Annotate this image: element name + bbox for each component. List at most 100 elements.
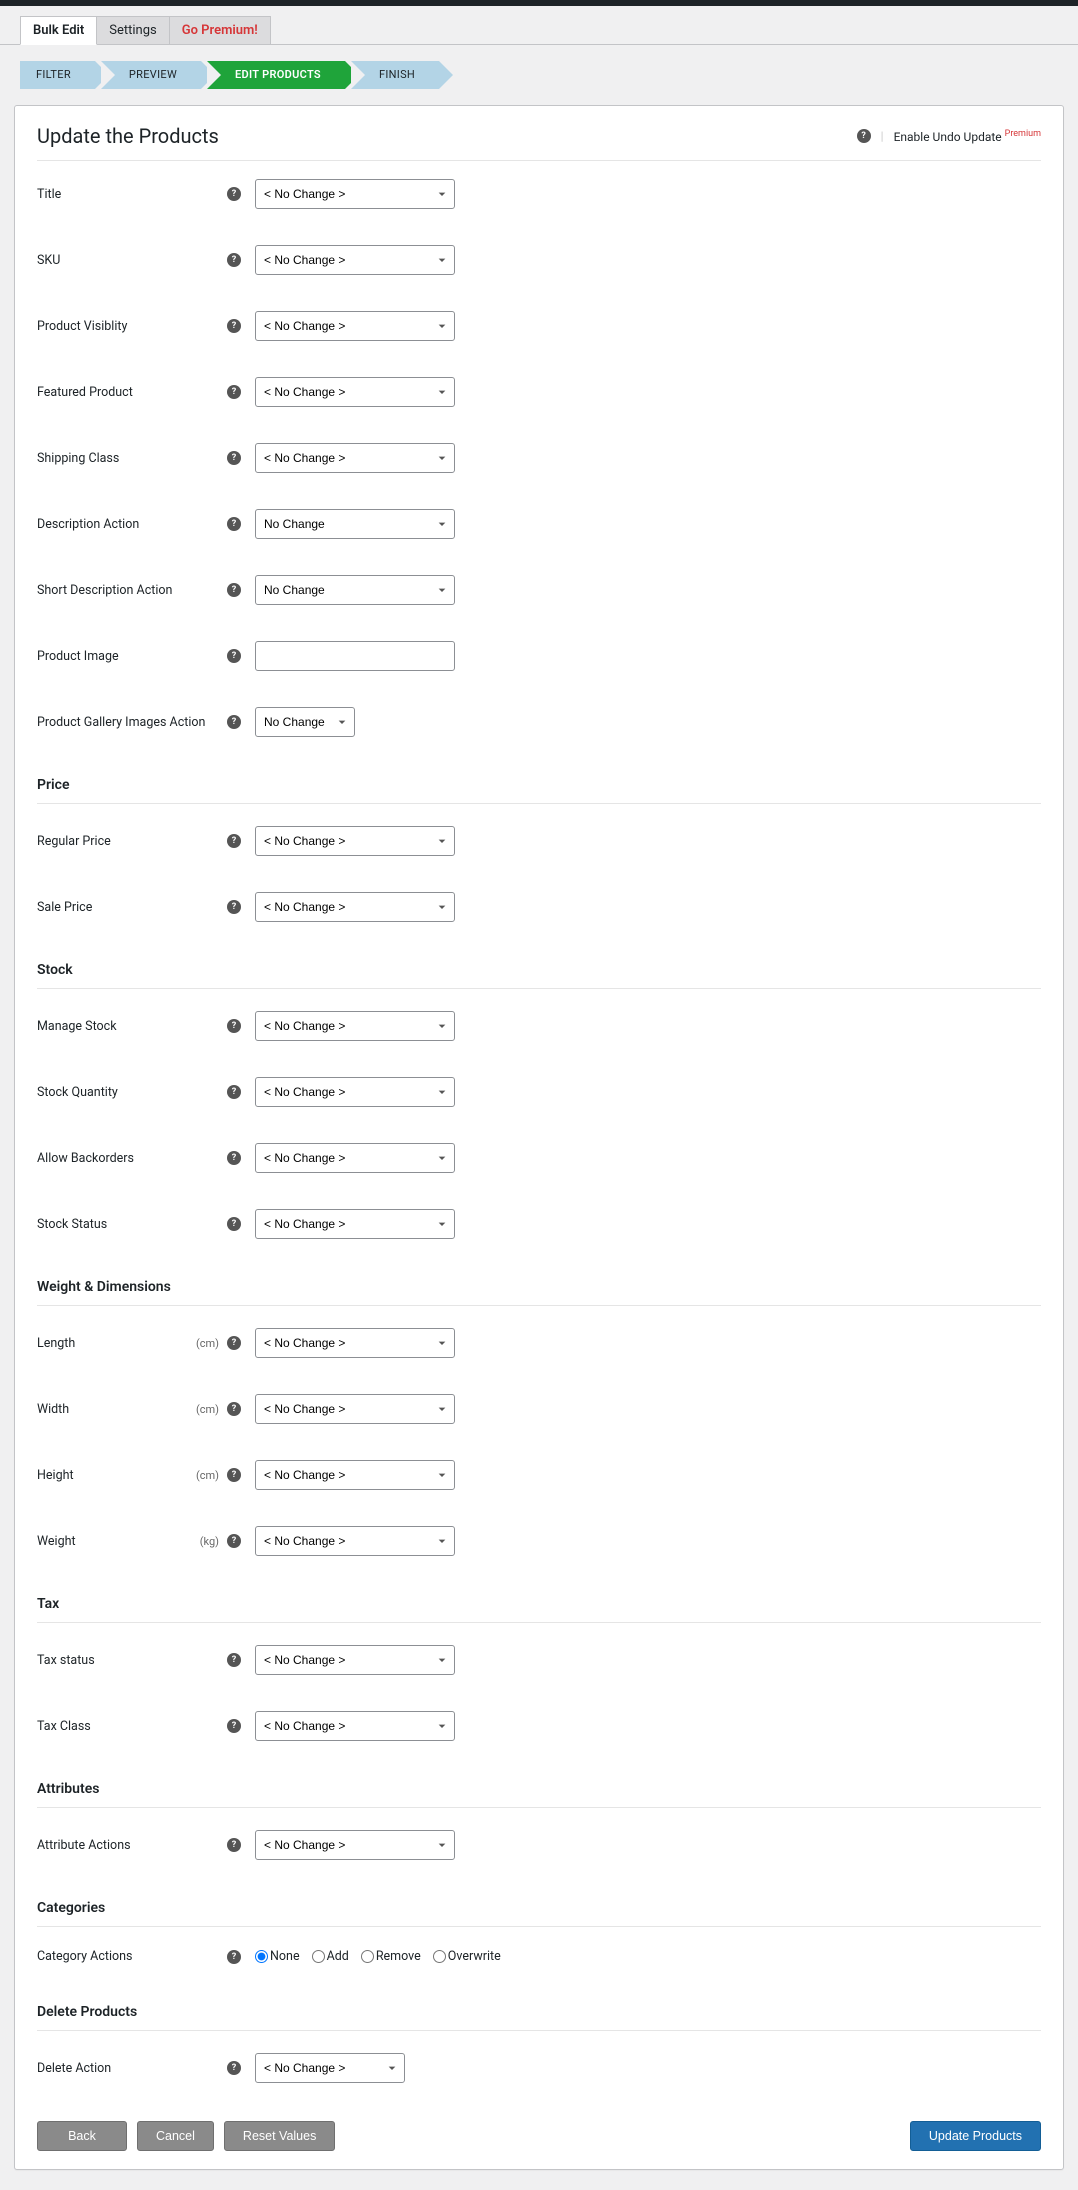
help-icon[interactable]: ?	[227, 1085, 241, 1099]
label-backorders: Allow Backorders	[37, 1151, 227, 1166]
label-width: Width	[37, 1402, 196, 1417]
select-stock-qty[interactable]: < No Change >	[255, 1077, 455, 1107]
row-shipping-class: Shipping Class? < No Change >	[37, 425, 1041, 491]
help-icon[interactable]: ?	[227, 1151, 241, 1165]
select-backorders[interactable]: < No Change >	[255, 1143, 455, 1173]
select-length[interactable]: < No Change >	[255, 1328, 455, 1358]
panel-header: Update the Products ? | Enable Undo Upda…	[37, 124, 1041, 161]
select-regular-price[interactable]: < No Change >	[255, 826, 455, 856]
input-product-image[interactable]	[255, 641, 455, 671]
help-icon[interactable]: ?	[227, 900, 241, 914]
select-sku[interactable]: < No Change >	[255, 245, 455, 275]
label-tax-class: Tax Class	[37, 1719, 227, 1734]
help-icon[interactable]: ?	[227, 517, 241, 531]
label-category-actions: Category Actions	[37, 1949, 227, 1964]
footer-buttons: Back Cancel Reset Values Update Products	[37, 2101, 1041, 2151]
section-categories: Categories	[37, 1878, 1041, 1927]
help-icon[interactable]: ?	[227, 583, 241, 597]
label-weight: Weight	[37, 1534, 200, 1549]
select-stock-status[interactable]: < No Change >	[255, 1209, 455, 1239]
radio-cat-add[interactable]	[312, 1950, 325, 1963]
label-length: Length	[37, 1336, 196, 1351]
help-icon[interactable]: ?	[227, 1950, 241, 1964]
section-tax: Tax	[37, 1574, 1041, 1623]
select-weight[interactable]: < No Change >	[255, 1526, 455, 1556]
help-icon[interactable]: ?	[227, 1838, 241, 1852]
help-icon[interactable]: ?	[857, 129, 871, 143]
help-icon[interactable]: ?	[227, 451, 241, 465]
help-icon[interactable]: ?	[227, 2061, 241, 2075]
tab-bulk-edit[interactable]: Bulk Edit	[20, 16, 97, 45]
step-finish[interactable]: FINISH	[351, 61, 439, 89]
step-edit-products[interactable]: EDIT PRODUCTS	[207, 61, 345, 89]
help-icon[interactable]: ?	[227, 319, 241, 333]
select-tax-class[interactable]: < No Change >	[255, 1711, 455, 1741]
category-radio-group: None Add Remove Overwrite	[255, 1949, 507, 1964]
help-icon[interactable]: ?	[227, 253, 241, 267]
row-tax-class: Tax Class? < No Change >	[37, 1693, 1041, 1759]
select-visibility[interactable]: < No Change >	[255, 311, 455, 341]
reset-button[interactable]: Reset Values	[224, 2121, 335, 2151]
back-button[interactable]: Back	[37, 2121, 127, 2151]
select-tax-status[interactable]: < No Change >	[255, 1645, 455, 1675]
premium-badge: Premium	[1005, 129, 1041, 139]
label-stock-qty: Stock Quantity	[37, 1085, 227, 1100]
select-gallery[interactable]: No Change	[255, 707, 355, 737]
row-manage-stock: Manage Stock? < No Change >	[37, 993, 1041, 1059]
step-preview[interactable]: PREVIEW	[101, 61, 201, 89]
help-icon[interactable]: ?	[227, 715, 241, 729]
label-sale-price: Sale Price	[37, 900, 227, 915]
select-title[interactable]: < No Change >	[255, 179, 455, 209]
row-visibility: Product Visiblity? < No Change >	[37, 293, 1041, 359]
select-width[interactable]: < No Change >	[255, 1394, 455, 1424]
separator: |	[881, 129, 884, 143]
radio-cat-none[interactable]	[255, 1950, 268, 1963]
main-panel: Update the Products ? | Enable Undo Upda…	[14, 105, 1064, 2170]
select-short-desc[interactable]: No Change	[255, 575, 455, 605]
label-tax-status: Tax status	[37, 1653, 227, 1668]
row-height: Height(cm)? < No Change >	[37, 1442, 1041, 1508]
select-desc-action[interactable]: No Change	[255, 509, 455, 539]
tabs-bar: Bulk Edit Settings Go Premium!	[0, 6, 1078, 45]
radio-cat-overwrite[interactable]	[433, 1950, 446, 1963]
select-featured[interactable]: < No Change >	[255, 377, 455, 407]
help-icon[interactable]: ?	[227, 1217, 241, 1231]
row-regular-price: Regular Price? < No Change >	[37, 808, 1041, 874]
row-gallery-action: Product Gallery Images Action? No Change	[37, 689, 1041, 755]
help-icon[interactable]: ?	[227, 1019, 241, 1033]
tab-settings[interactable]: Settings	[96, 16, 169, 45]
undo-label: Enable Undo Update Premium	[894, 129, 1041, 144]
row-featured: Featured Product? < No Change >	[37, 359, 1041, 425]
help-icon[interactable]: ?	[227, 385, 241, 399]
row-product-image: Product Image?	[37, 623, 1041, 689]
tab-go-premium[interactable]: Go Premium!	[169, 16, 271, 45]
select-shipping[interactable]: < No Change >	[255, 443, 455, 473]
help-icon[interactable]: ?	[227, 649, 241, 663]
select-delete-action[interactable]: < No Change >	[255, 2053, 405, 2083]
radio-label-add: Add	[327, 1949, 349, 1964]
help-icon[interactable]: ?	[227, 1534, 241, 1548]
row-title: Title? < No Change >	[37, 161, 1041, 227]
help-icon[interactable]: ?	[227, 1653, 241, 1667]
select-height[interactable]: < No Change >	[255, 1460, 455, 1490]
help-icon[interactable]: ?	[227, 1402, 241, 1416]
label-product-image: Product Image	[37, 649, 227, 664]
help-icon[interactable]: ?	[227, 187, 241, 201]
update-button[interactable]: Update Products	[910, 2121, 1041, 2151]
help-icon[interactable]: ?	[227, 1468, 241, 1482]
radio-cat-remove[interactable]	[361, 1950, 374, 1963]
row-description-action: Description Action? No Change	[37, 491, 1041, 557]
row-tax-status: Tax status? < No Change >	[37, 1627, 1041, 1693]
select-attribute-actions[interactable]: < No Change >	[255, 1830, 455, 1860]
radio-label-overwrite: Overwrite	[448, 1949, 501, 1964]
cancel-button[interactable]: Cancel	[137, 2121, 214, 2151]
unit-cm: (cm)	[196, 1337, 219, 1350]
step-filter[interactable]: FILTER	[20, 61, 95, 89]
help-icon[interactable]: ?	[227, 1719, 241, 1733]
row-stock-status: Stock Status? < No Change >	[37, 1191, 1041, 1257]
label-manage-stock: Manage Stock	[37, 1019, 227, 1034]
help-icon[interactable]: ?	[227, 834, 241, 848]
select-sale-price[interactable]: < No Change >	[255, 892, 455, 922]
select-manage-stock[interactable]: < No Change >	[255, 1011, 455, 1041]
help-icon[interactable]: ?	[227, 1336, 241, 1350]
